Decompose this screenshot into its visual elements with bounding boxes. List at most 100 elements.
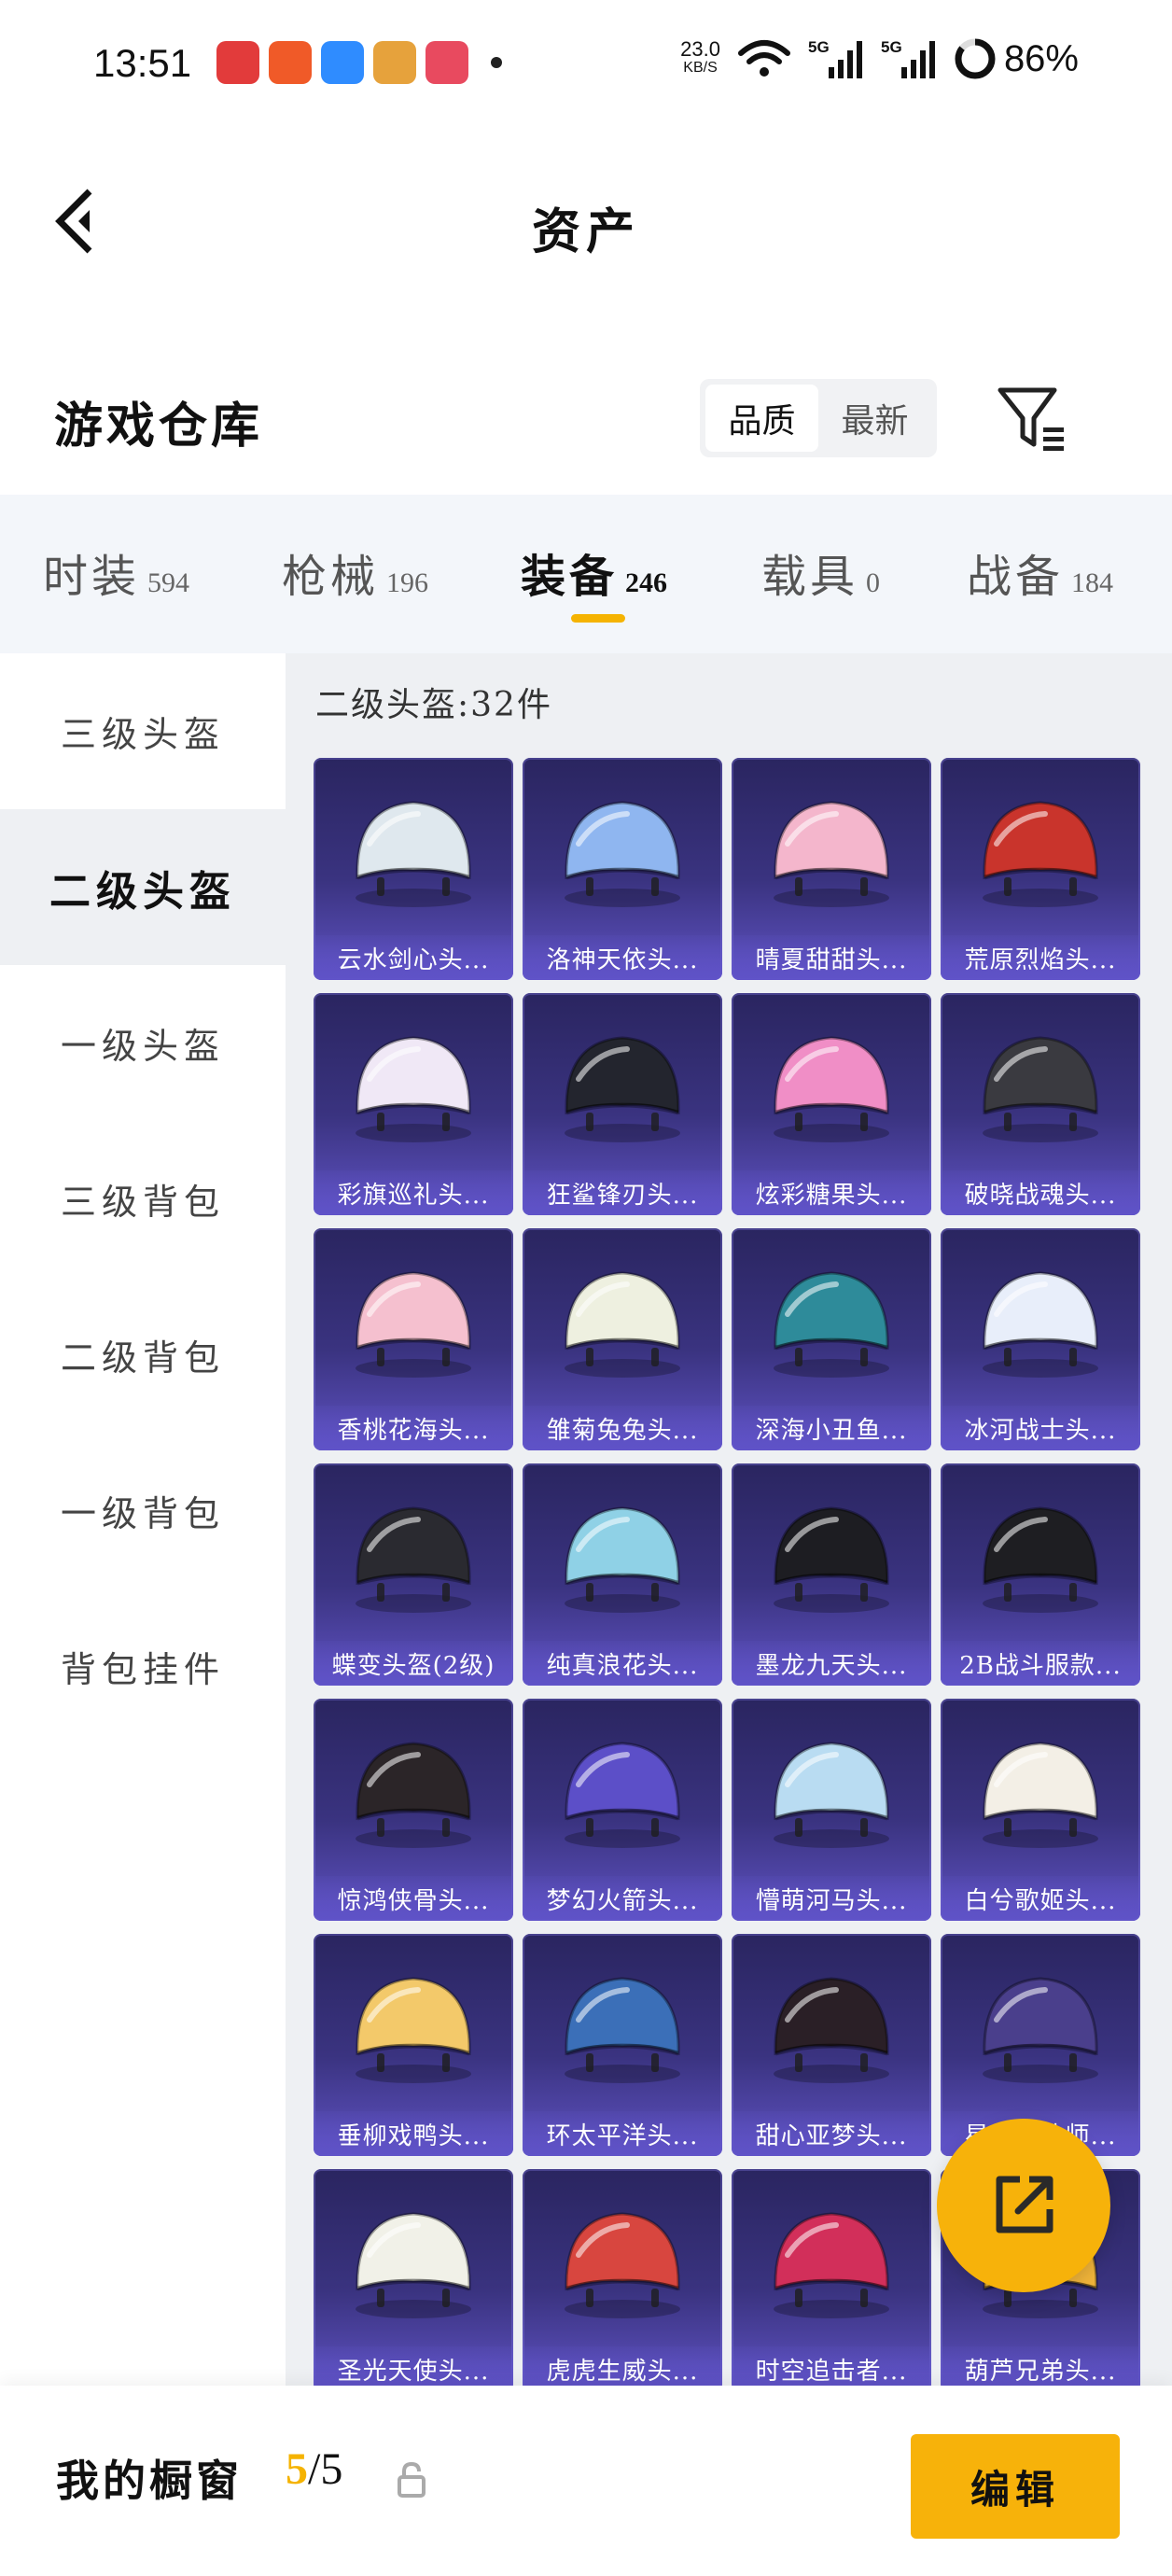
helmet-item-card[interactable]: 深海小丑鱼... (732, 1228, 931, 1450)
sidebar-item-level1-backpack[interactable]: 一级背包 (0, 1433, 286, 1589)
helmet-item-label: 环太平洋头... (523, 2111, 722, 2156)
helmet-item-label: 惊鸿侠骨头... (314, 1876, 513, 1921)
showcase-label: 我的橱窗 (56, 2456, 243, 2506)
helmet-item-card[interactable]: 垂柳戏鸭头... (314, 1934, 513, 2156)
lock-icon (398, 2461, 426, 2498)
helmet-item-card[interactable]: 云水剑心头... (314, 758, 513, 980)
sort-by-newest[interactable]: 最新 (818, 385, 931, 452)
helmet-icon (983, 1977, 1098, 2083)
tab-count: 196 (386, 567, 429, 598)
sidebar-item-backpack-charm[interactable]: 背包挂件 (0, 1589, 286, 1744)
helmet-item-card[interactable]: 炫彩糖果头... (732, 993, 931, 1215)
sidebar-item-level1-helmet[interactable]: 一级头盔 (0, 965, 286, 1121)
filter-button[interactable] (995, 385, 1069, 455)
helmet-item-card[interactable]: 圣光天使头... (314, 2169, 513, 2391)
helmet-item-card[interactable]: 蝶变头盔(2级) (314, 1463, 513, 1686)
helmet-item-label: 墨龙九天头... (732, 1641, 931, 1686)
helmet-item-card[interactable]: 洛神天依头... (523, 758, 722, 980)
tab-label: 装备 (521, 551, 619, 603)
helmet-item-label: 破晓战魂头... (941, 1170, 1140, 1215)
sidebar-item-level2-helmet[interactable]: 二级头盔 (0, 809, 286, 965)
helmet-icon (356, 1036, 471, 1142)
share-fab-button[interactable] (937, 2119, 1110, 2292)
helmet-item-label: 雏菊兔兔头... (523, 1406, 722, 1450)
network-speed-unit: KB/S (683, 60, 718, 76)
share-external-icon (996, 2176, 1053, 2233)
tab-count: 594 (147, 567, 190, 598)
battery-ring-icon (955, 38, 996, 79)
helmet-item-label: 白兮歌姬头... (941, 1876, 1140, 1921)
helmet-item-label: 甜心亚梦头... (732, 2111, 931, 2156)
network-speed: 23.0 KB/S (680, 37, 720, 77)
warehouse-title: 游戏仓库 (54, 398, 264, 455)
helmet-icon (356, 1271, 471, 1378)
helmet-item-card[interactable]: 破晓战魂头... (941, 993, 1140, 1215)
helmet-item-card[interactable]: 梦幻火箭头... (523, 1699, 722, 1921)
showcase-current: 5 (286, 2444, 308, 2494)
helmet-item-card[interactable]: 惊鸿侠骨头... (314, 1699, 513, 1921)
helmet-icon (565, 1271, 680, 1378)
helmet-icon (565, 2212, 680, 2318)
sidebar-item-level3-helmet[interactable]: 三级头盔 (0, 653, 286, 809)
helmet-item-label: 2B战斗服款... (941, 1641, 1140, 1686)
tab-label: 枪械 (282, 551, 380, 603)
tab-fashion[interactable]: 时装 594 (43, 539, 189, 605)
helmet-item-card[interactable]: 白兮歌姬头... (941, 1699, 1140, 1921)
helmet-item-card[interactable]: 虎虎生威头... (523, 2169, 722, 2391)
helmet-icon (983, 1271, 1098, 1378)
tab-label: 时装 (43, 551, 141, 603)
helmet-item-card[interactable]: 香桃花海头... (314, 1228, 513, 1450)
helmet-item-card[interactable]: 冰河战士头... (941, 1228, 1140, 1450)
helmet-item-label: 云水剑心头... (314, 935, 513, 980)
helmet-item-card[interactable]: 时空追击者... (732, 2169, 931, 2391)
helmet-item-card[interactable]: 彩旗巡礼头... (314, 993, 513, 1215)
helmet-item-label: 洛神天依头... (523, 935, 722, 980)
helmet-item-card[interactable]: 2B战斗服款... (941, 1463, 1140, 1686)
helmet-icon (565, 801, 680, 907)
tab-combat-supplies[interactable]: 战备 184 (967, 539, 1113, 605)
tab-firearms[interactable]: 枪械 196 (282, 539, 428, 605)
active-tab-indicator (571, 614, 625, 623)
helmet-item-card[interactable]: 荒原烈焰头... (941, 758, 1140, 980)
app-notification-icon (321, 41, 364, 84)
network-speed-value: 23.0 (680, 37, 720, 61)
helmet-item-label: 炫彩糖果头... (732, 1170, 931, 1215)
notification-icons (216, 41, 502, 84)
helmet-item-card[interactable]: 墨龙九天头... (732, 1463, 931, 1686)
sort-toggle: 品质 最新 (700, 379, 937, 457)
sidebar-item-level2-backpack[interactable]: 二级背包 (0, 1277, 286, 1433)
helmet-icon (983, 1742, 1098, 1848)
helmet-icon (356, 1506, 471, 1613)
page-title: 资产 (531, 203, 640, 260)
helmet-item-card[interactable]: 纯真浪花头... (523, 1463, 722, 1686)
helmet-icon (774, 1977, 889, 2083)
sort-by-quality[interactable]: 品质 (705, 385, 818, 452)
edit-button[interactable]: 编辑 (911, 2434, 1120, 2539)
more-notifications-dot (491, 57, 502, 68)
helmet-item-card[interactable]: 狂鲨锋刃头... (523, 993, 722, 1215)
tab-count: 184 (1071, 567, 1114, 598)
subcategory-sidebar: 三级头盔 二级头盔 一级头盔 三级背包 二级背包 一级背包 背包挂件 (0, 653, 286, 2389)
helmet-icon (774, 1036, 889, 1142)
battery-percent: 86% (1003, 37, 1079, 79)
helmet-item-card[interactable]: 晴夏甜甜头... (732, 758, 931, 980)
helmet-icon (565, 1742, 680, 1848)
helmet-item-label: 晴夏甜甜头... (732, 935, 931, 980)
helmet-item-card[interactable]: 懵萌河马头... (732, 1699, 931, 1921)
helmet-icon (774, 1271, 889, 1378)
cellular-signal-icon: 5G (881, 38, 935, 78)
sidebar-item-level3-backpack[interactable]: 三级背包 (0, 1121, 286, 1277)
helmet-item-card[interactable]: 环太平洋头... (523, 1934, 722, 2156)
tab-label: 载具 (761, 551, 859, 603)
helmet-item-label: 虎虎生威头... (523, 2346, 722, 2391)
helmet-icon (565, 1977, 680, 2083)
helmet-icon (565, 1506, 680, 1613)
tab-vehicles[interactable]: 载具 0 (761, 539, 880, 605)
tab-equipment[interactable]: 装备 246 (521, 539, 667, 605)
helmet-item-card[interactable]: 甜心亚梦头... (732, 1934, 931, 2156)
tab-count: 246 (625, 567, 668, 598)
helmet-item-label: 香桃花海头... (314, 1406, 513, 1450)
helmet-item-label: 时空追击者... (732, 2346, 931, 2391)
helmet-icon (774, 2212, 889, 2318)
helmet-item-card[interactable]: 雏菊兔兔头... (523, 1228, 722, 1450)
